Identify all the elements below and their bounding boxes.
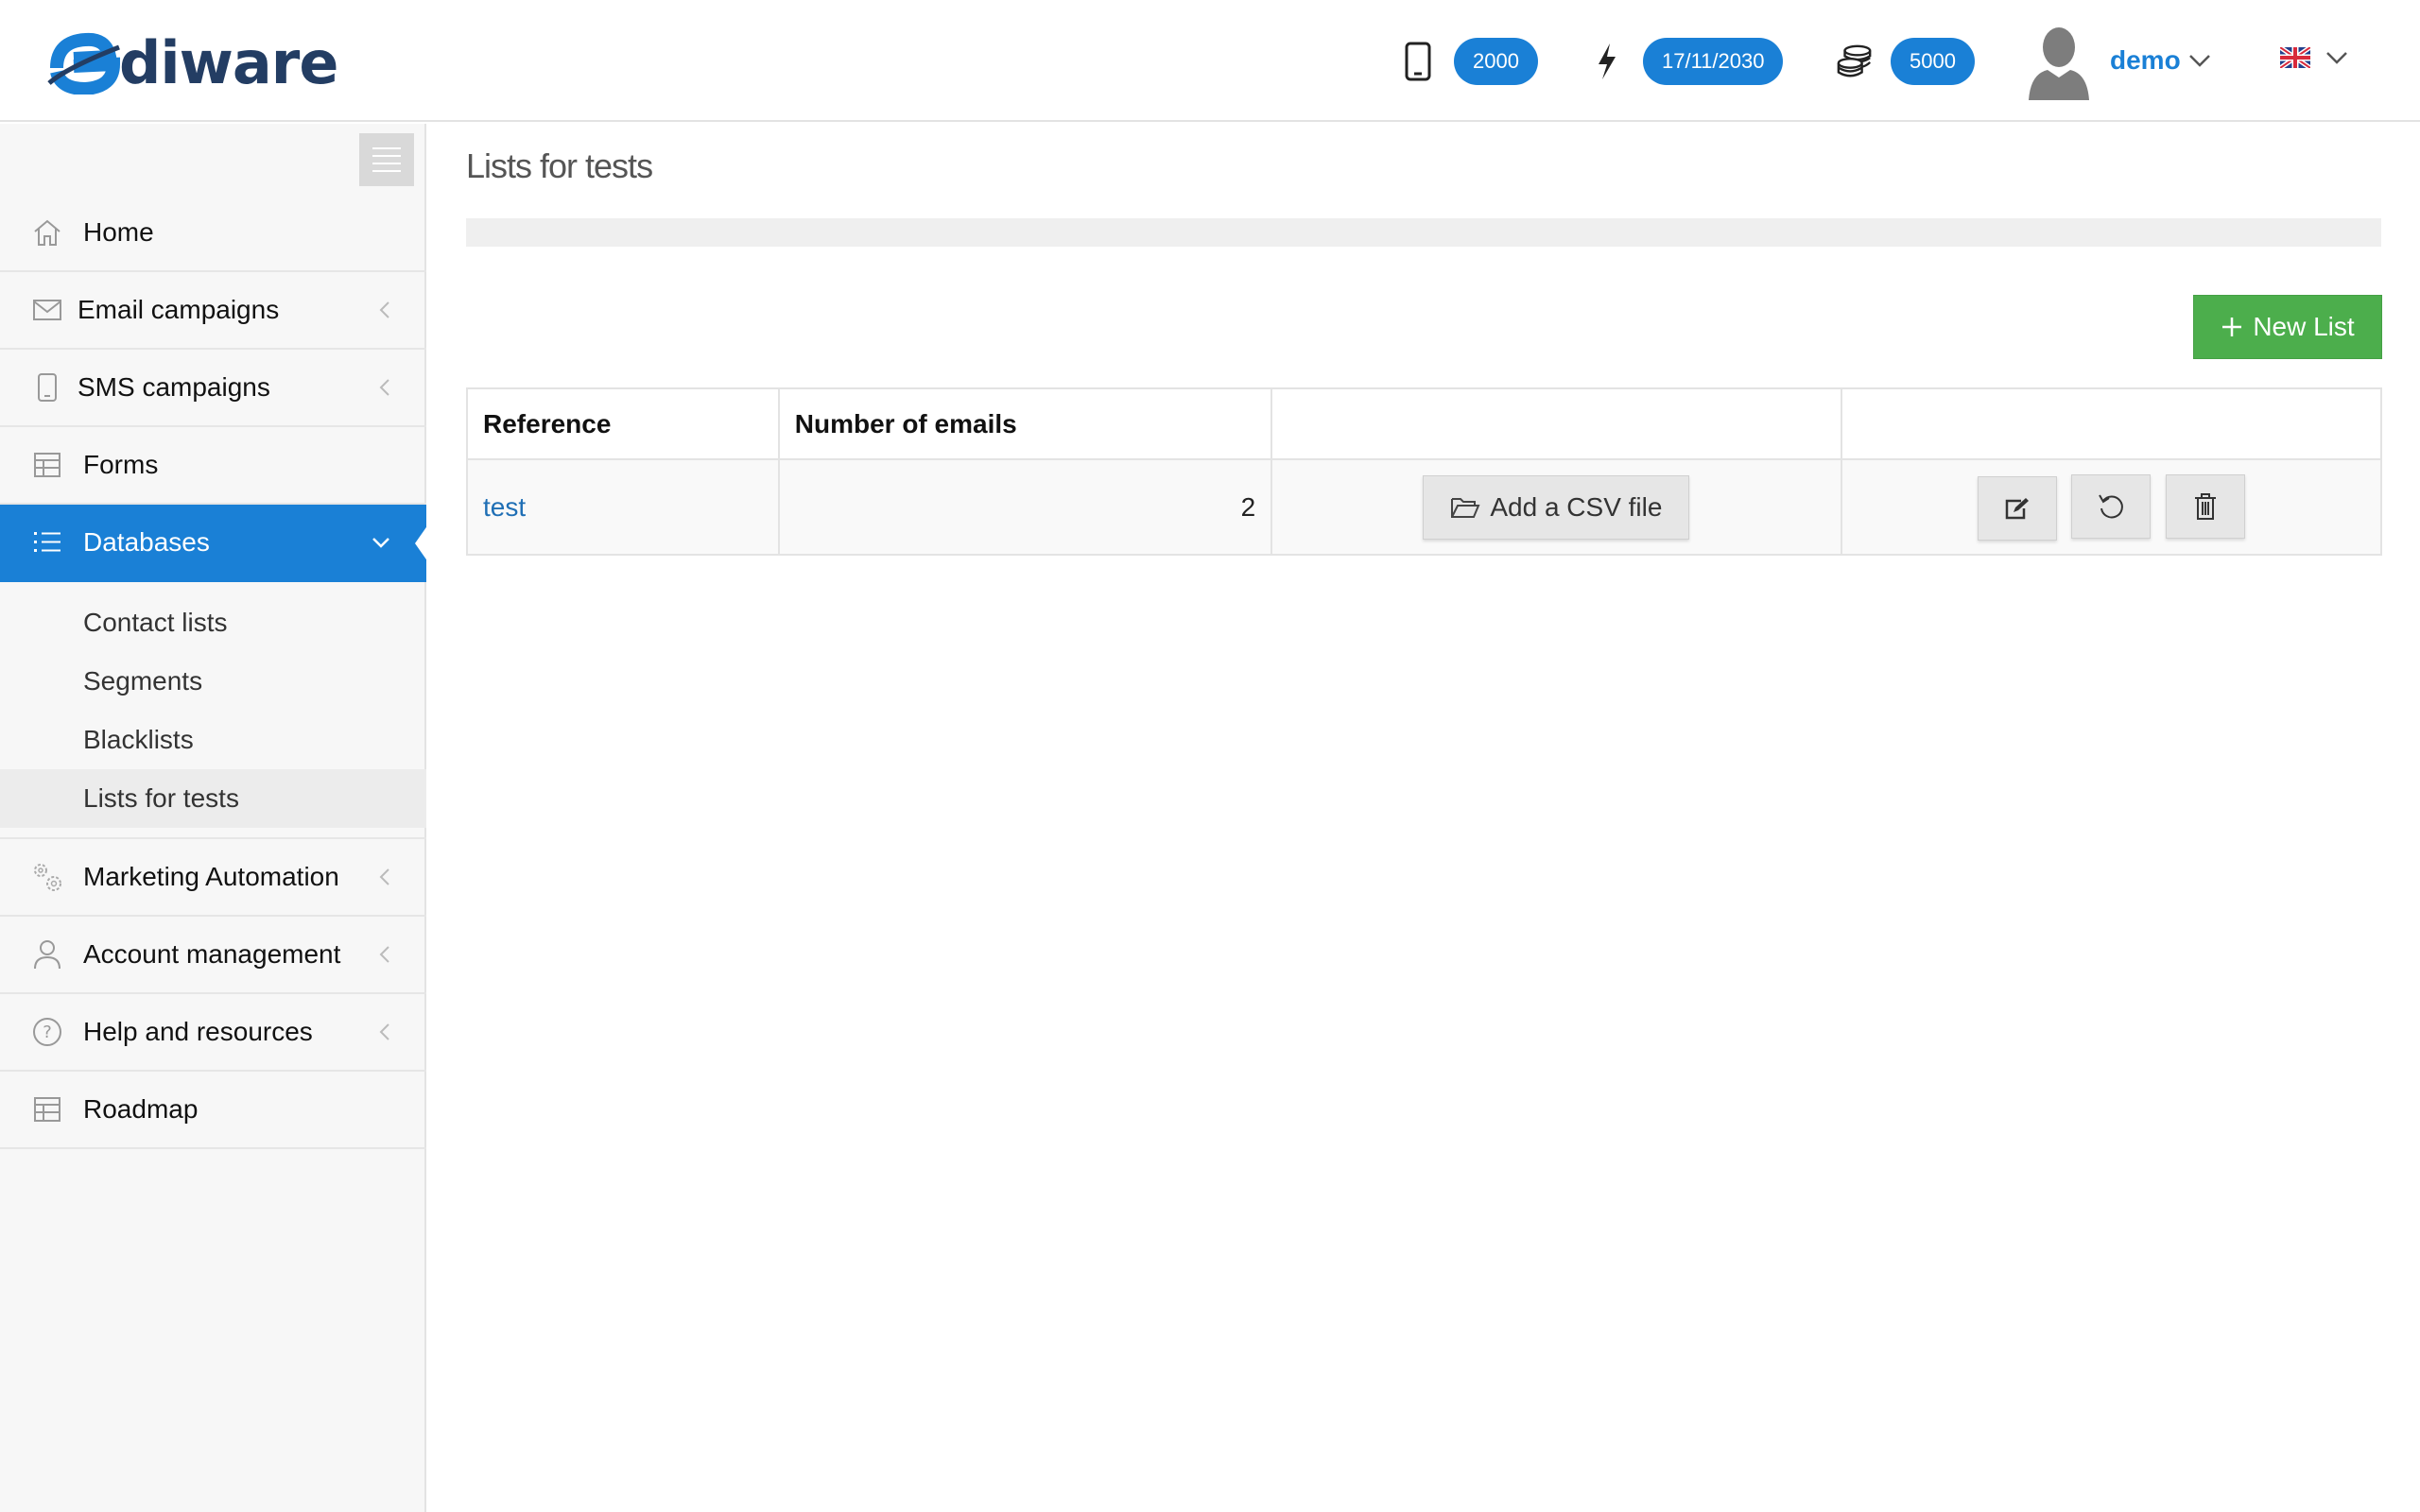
- ediware-logo[interactable]: diware: [47, 25, 338, 100]
- chevron-left-icon: [379, 868, 389, 885]
- sidebar-item-forms[interactable]: Forms: [0, 427, 426, 505]
- submenu-item-contact-lists[interactable]: Contact lists: [0, 593, 426, 652]
- table-header-row: Reference Number of emails: [466, 387, 2383, 460]
- sidebar-item-account-management[interactable]: Account management: [0, 917, 426, 994]
- reset-button[interactable]: [2071, 473, 2152, 539]
- sidebar-item-sms-campaigns[interactable]: SMS campaigns: [0, 350, 426, 427]
- main-content: Lists for tests New List Reference Numbe…: [428, 124, 2420, 1512]
- logo-text: diware: [119, 27, 338, 97]
- column-header-reference[interactable]: Reference: [466, 387, 780, 460]
- chevron-down-icon: [372, 538, 389, 548]
- lists-table: Reference Number of emails test 2 Add a …: [466, 387, 2383, 556]
- chevron-left-icon: [379, 946, 389, 963]
- uk-flag-icon: [2280, 47, 2310, 68]
- expiry-date[interactable]: 17/11/2030: [1588, 38, 1784, 85]
- top-header: diware 2000 17/11/2030 5000 demo: [0, 0, 2420, 122]
- sidebar-item-label: Help and resources: [83, 1017, 313, 1046]
- table-icon: [28, 446, 66, 484]
- sidebar-item-roadmap[interactable]: Roadmap: [0, 1072, 426, 1149]
- trash-icon: [2195, 492, 2217, 520]
- chevron-left-icon: [379, 1023, 389, 1040]
- page-title: Lists for tests: [466, 146, 653, 185]
- svg-text:?: ?: [43, 1022, 52, 1042]
- chevron-left-icon: [379, 301, 389, 318]
- column-header-number-of-emails[interactable]: Number of emails: [777, 387, 1273, 460]
- sidebar-item-label: SMS campaigns: [78, 372, 270, 402]
- rotate-left-icon: [2099, 494, 2124, 518]
- phone-icon: [1399, 40, 1437, 83]
- chevron-down-icon: [2326, 52, 2347, 64]
- home-icon: [28, 214, 66, 251]
- plus-icon: [2222, 318, 2242, 336]
- add-csv-file-button[interactable]: Add a CSV file: [1423, 474, 1690, 540]
- sidebar-item-label: Account management: [83, 939, 341, 969]
- table-icon: [28, 1091, 66, 1128]
- gears-icon: [28, 858, 66, 896]
- new-list-button[interactable]: New List: [2193, 295, 2382, 359]
- reference-cell: test: [466, 458, 780, 556]
- submenu-item-segments[interactable]: Segments: [0, 652, 426, 711]
- folder-open-icon: [1451, 497, 1480, 518]
- edit-button[interactable]: [1977, 475, 2057, 541]
- databases-submenu: Contact lists Segments Blacklists Lists …: [0, 582, 426, 839]
- expiry-date-badge: 17/11/2030: [1643, 38, 1784, 85]
- user-icon: [28, 936, 66, 973]
- phone-icon: [28, 369, 66, 406]
- sidebar-item-label: Email campaigns: [78, 295, 280, 324]
- sidebar-item-home[interactable]: Home: [0, 195, 426, 272]
- sidebar-item-help-and-resources[interactable]: ? Help and resources: [0, 994, 426, 1072]
- language-selector[interactable]: [2280, 47, 2348, 68]
- sms-credits-badge: 2000: [1454, 38, 1538, 85]
- sidebar-item-marketing-automation[interactable]: Marketing Automation: [0, 839, 426, 917]
- sidebar: Home Email campaigns SMS campaigns Forms: [0, 124, 428, 1512]
- edit-icon: [2005, 497, 2029, 519]
- progress-bar: [466, 218, 2381, 247]
- list-reference-link[interactable]: test: [468, 492, 526, 522]
- list-icon: [28, 524, 66, 561]
- submenu-item-blacklists[interactable]: Blacklists: [0, 711, 426, 769]
- lightning-icon: [1588, 40, 1626, 83]
- user-name: demo: [2110, 45, 2181, 75]
- help-icon: ?: [28, 1013, 66, 1051]
- add-csv-file-label: Add a CSV file: [1490, 491, 1663, 522]
- table-row: test 2 Add a CSV file: [466, 458, 2383, 556]
- sidebar-item-label: Databases: [83, 527, 210, 557]
- csv-cell: Add a CSV file: [1270, 458, 1842, 556]
- sidebar-item-label: Marketing Automation: [83, 862, 339, 891]
- logo-e-icon: [47, 32, 121, 94]
- actions-cell: [1840, 458, 2383, 556]
- email-count-cell: 2: [777, 458, 1273, 556]
- sidebar-item-email-campaigns[interactable]: Email campaigns: [0, 272, 426, 350]
- envelope-icon: [28, 291, 66, 329]
- delete-button[interactable]: [2166, 473, 2246, 539]
- sms-credits[interactable]: 2000: [1399, 38, 1538, 85]
- new-list-label: New List: [2253, 312, 2355, 341]
- sidebar-item-label: Forms: [83, 450, 159, 479]
- sidebar-item-label: Home: [83, 217, 154, 247]
- avatar: [2029, 27, 2089, 100]
- chevron-down-icon: [2188, 55, 2210, 67]
- sidebar-item-label: Roadmap: [83, 1094, 199, 1124]
- chevron-left-icon: [379, 379, 389, 396]
- sidebar-item-databases[interactable]: Databases: [0, 505, 428, 582]
- column-header-actions: [1840, 387, 2383, 460]
- column-header-csv: [1270, 387, 1842, 460]
- sidebar-toggle-button[interactable]: [359, 133, 414, 186]
- coins-icon: [1836, 40, 1874, 83]
- sidebar-menu: Home Email campaigns SMS campaigns Forms: [0, 195, 428, 1149]
- email-credits[interactable]: 5000: [1836, 38, 1975, 85]
- submenu-item-lists-for-tests[interactable]: Lists for tests: [0, 769, 426, 828]
- email-credits-badge: 5000: [1891, 38, 1975, 85]
- user-menu[interactable]: demo: [2025, 21, 2211, 100]
